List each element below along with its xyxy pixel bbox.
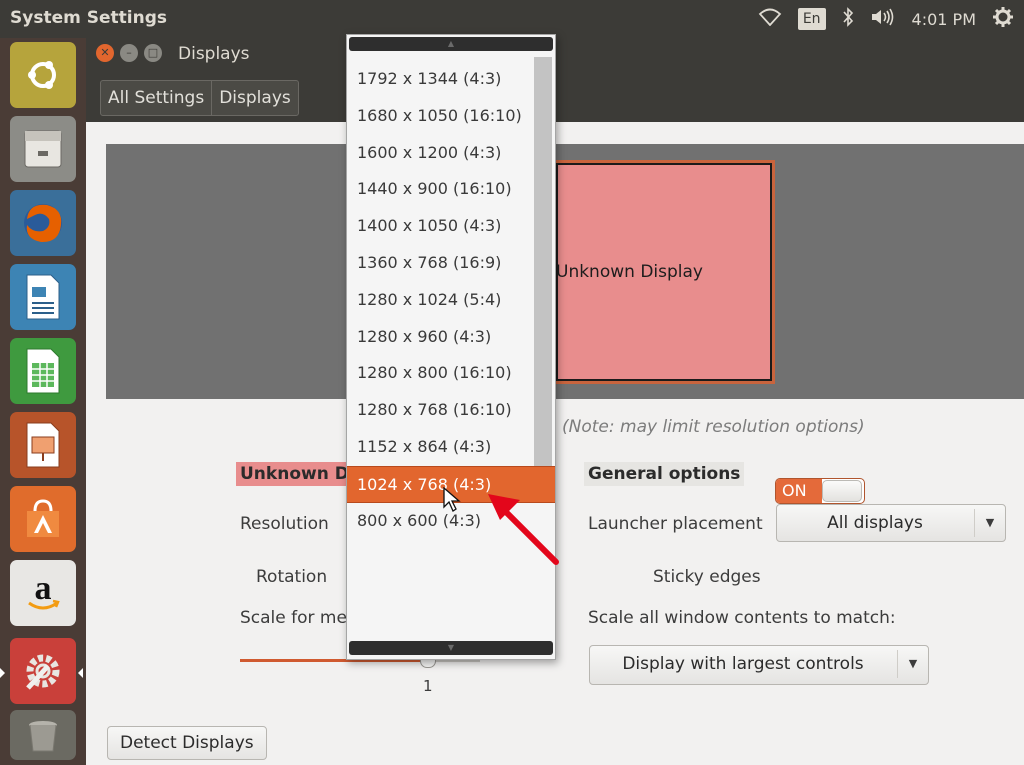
resolution-option[interactable]: 1792 x 1344 (4:3) xyxy=(347,61,555,98)
scale-menu-label: Scale for me xyxy=(240,608,347,628)
rotation-label: Rotation xyxy=(256,567,328,587)
launcher: a xyxy=(0,38,86,765)
window-title: Displays xyxy=(178,44,250,64)
breadcrumb-all-settings[interactable]: All Settings xyxy=(101,81,211,115)
system-settings-icon[interactable] xyxy=(10,638,76,704)
ubuntu-dash-icon[interactable] xyxy=(10,42,76,108)
wifi-icon[interactable] xyxy=(758,8,782,30)
libreoffice-writer-icon[interactable] xyxy=(10,264,76,330)
launcher-placement-label: Launcher placement xyxy=(588,514,763,534)
scale-all-label: Scale all window contents to match: xyxy=(588,608,896,628)
maximize-icon[interactable]: □ xyxy=(144,44,162,62)
minimize-icon[interactable]: – xyxy=(120,44,138,62)
resolution-option[interactable]: 1280 x 1024 (5:4) xyxy=(347,282,555,319)
resolution-options-list: 1792 x 1344 (4:3) 1680 x 1050 (16:10) 1600… xyxy=(347,61,555,539)
sticky-edges-toggle[interactable]: ON xyxy=(775,478,865,504)
launcher-placement-combo[interactable]: All displays ▼ xyxy=(776,504,1006,542)
volume-icon[interactable] xyxy=(870,7,896,31)
trash-icon[interactable] xyxy=(10,710,76,760)
close-icon[interactable]: ✕ xyxy=(96,44,114,62)
launcher-active-indicator xyxy=(0,668,5,678)
general-options-heading: General options xyxy=(584,462,745,486)
firefox-icon[interactable] xyxy=(10,190,76,256)
chevron-down-icon: ▼ xyxy=(897,650,928,678)
toggle-on-label: ON xyxy=(776,479,822,503)
toggle-knob xyxy=(822,480,862,502)
app-title: System Settings xyxy=(10,8,167,28)
resolution-label: Resolution xyxy=(240,514,329,534)
sticky-edges-label: Sticky edges xyxy=(653,567,761,587)
monitor-section-heading: Unknown Di xyxy=(236,462,359,486)
scale-all-combo[interactable]: Display with largest controls ▼ xyxy=(589,645,929,685)
resolution-option[interactable]: 1400 x 1050 (4:3) xyxy=(347,208,555,245)
scroll-down-arrow[interactable]: ▼ xyxy=(349,641,553,655)
svg-text:a: a xyxy=(35,571,52,607)
resolution-option[interactable]: 1280 x 800 (16:10) xyxy=(347,355,555,392)
resolution-dropdown-menu: ▲ 1792 x 1344 (4:3) 1680 x 1050 (16:10) 16… xyxy=(346,34,556,660)
resolution-option[interactable]: 1360 x 768 (16:9) xyxy=(347,245,555,282)
resolution-note: (Note: may limit resolution options) xyxy=(562,417,865,437)
resolution-option[interactable]: 1280 x 768 (16:10) xyxy=(347,392,555,429)
amazon-icon[interactable]: a xyxy=(10,560,76,626)
top-panel: System Settings En 4:01 PM xyxy=(0,0,1024,38)
scroll-up-arrow[interactable]: ▲ xyxy=(349,37,553,51)
mouse-cursor-icon xyxy=(443,487,461,512)
bluetooth-icon[interactable] xyxy=(842,7,854,31)
indicator-area: En 4:01 PM xyxy=(758,6,1014,32)
resolution-option[interactable]: 1680 x 1050 (16:10) xyxy=(347,98,555,135)
resolution-option[interactable]: 1600 x 1200 (4:3) xyxy=(347,135,555,172)
libreoffice-calc-icon[interactable] xyxy=(10,338,76,404)
launcher-placement-value: All displays xyxy=(827,513,923,533)
chevron-down-icon: ▼ xyxy=(974,509,1005,537)
software-center-icon[interactable] xyxy=(10,486,76,552)
resolution-option[interactable]: 1440 x 900 (16:10) xyxy=(347,171,555,208)
scale-slider-value: 1 xyxy=(423,677,433,695)
libreoffice-impress-icon[interactable] xyxy=(10,412,76,478)
breadcrumb-displays[interactable]: Displays xyxy=(211,81,298,115)
launcher-focus-indicator xyxy=(78,668,83,678)
resolution-option[interactable]: 1152 x 864 (4:3) xyxy=(347,429,555,466)
display-arrangement-area: Unknown Display xyxy=(106,144,1024,399)
keyboard-layout-indicator[interactable]: En xyxy=(797,8,826,30)
files-icon[interactable] xyxy=(10,116,76,182)
scale-all-value: Display with largest controls xyxy=(622,654,864,674)
clock[interactable]: 4:01 PM xyxy=(912,10,976,29)
detect-displays-button[interactable]: Detect Displays xyxy=(107,726,267,760)
resolution-option[interactable]: 1280 x 960 (4:3) xyxy=(347,319,555,356)
gear-icon[interactable] xyxy=(992,6,1014,32)
monitor-label: Unknown Display xyxy=(556,262,703,282)
breadcrumb: All Settings Displays xyxy=(100,80,299,116)
